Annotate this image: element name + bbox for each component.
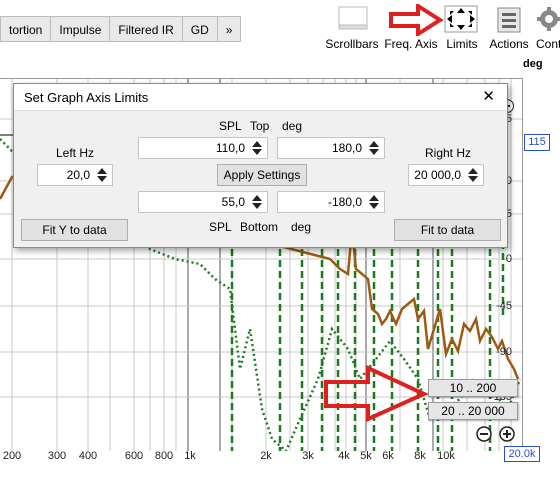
controls-button[interactable]: Cont <box>532 0 560 54</box>
x-tick: 600 <box>124 450 144 462</box>
x-tick: 800 <box>154 450 174 462</box>
scrollbars-label: Scrollbars <box>325 37 379 51</box>
spin-arrows-icon[interactable] <box>95 166 109 184</box>
right-hz-field[interactable]: 20 000,0 <box>408 164 484 186</box>
spin-arrows-icon[interactable] <box>367 139 381 157</box>
x-tick: 10k <box>437 450 455 462</box>
x-tick: 400 <box>78 450 98 462</box>
annotation-arrow-top <box>389 4 444 36</box>
limits-label: Limits <box>446 37 478 51</box>
zoom-in-button[interactable] <box>499 425 516 443</box>
tab-gd[interactable]: GD <box>182 16 218 42</box>
view-tabs: tortion Impulse Filtered IR GD » <box>0 16 242 43</box>
bottom-spl-label: SPL <box>209 220 232 234</box>
tabs-overflow-button[interactable]: » <box>217 16 242 42</box>
x-tick: 3k <box>302 450 314 462</box>
annotation-arrow-bottom <box>324 364 429 422</box>
range-10-200-button[interactable]: 10 .. 200 <box>428 379 518 397</box>
actions-label: Actions <box>489 37 529 51</box>
spl-top-field[interactable]: 110,0 <box>138 137 268 159</box>
deg-bottom-value: -180,0 <box>327 195 362 209</box>
spl-bottom-value: 55,0 <box>221 195 245 209</box>
left-hz-label: Left Hz <box>56 146 95 160</box>
actions-button[interactable]: Actions <box>486 0 532 54</box>
tab-filtered-ir[interactable]: Filtered IR <box>110 16 183 42</box>
x-tick: 200 <box>2 450 22 462</box>
right-hz-value: 20 000,0 <box>414 168 461 182</box>
spin-arrows-icon[interactable] <box>466 166 480 184</box>
x-tick: 300 <box>47 450 67 462</box>
gear-icon <box>537 7 560 31</box>
x-tick: 5k <box>360 450 372 462</box>
scrollbars-icon <box>338 6 368 30</box>
y-tick: 0 <box>505 253 512 265</box>
top-deg-label: deg <box>282 119 303 133</box>
actions-icon <box>497 7 521 33</box>
top-spl-label: SPL <box>219 119 242 133</box>
right-hz-label: Right Hz <box>425 146 472 160</box>
spl-bottom-field[interactable]: 55,0 <box>138 191 268 213</box>
spin-arrows-icon[interactable] <box>250 139 264 157</box>
spin-arrows-icon[interactable] <box>250 193 264 211</box>
apply-settings-button[interactable]: Apply Settings <box>217 164 307 186</box>
deg-top-field[interactable]: 180,0 <box>277 137 385 159</box>
range-20-20000-button[interactable]: 20 .. 20 000 <box>428 402 518 420</box>
top-position-label: Top <box>250 119 270 133</box>
limits-button[interactable]: Limits <box>440 0 484 54</box>
spl-top-value: 110,0 <box>215 141 245 155</box>
bottom-deg-label: deg <box>291 220 312 234</box>
y-marker-115: 115 <box>524 134 550 151</box>
x-axis: 200 300 400 600 800 1k 2k 3k 4k 5k 6k 8k… <box>0 450 560 496</box>
deg-top-value: 180,0 <box>331 141 362 155</box>
tab-distortion[interactable]: tortion <box>0 16 52 42</box>
controls-label: Cont <box>536 37 560 51</box>
freq-axis-label: Freq. Axis <box>384 37 438 51</box>
fit-to-data-button[interactable]: Fit to data <box>394 219 501 241</box>
spin-arrows-icon[interactable] <box>367 193 381 211</box>
y-tick: -45 <box>496 300 512 312</box>
axis-limits-dialog: Set Graph Axis Limits ✕ SPL Top deg Left… <box>13 83 508 248</box>
tab-impulse[interactable]: Impulse <box>51 16 111 42</box>
deg-bottom-field[interactable]: -180,0 <box>277 191 385 213</box>
left-hz-field[interactable]: 20,0 <box>37 164 113 186</box>
x-tick: 1k <box>184 450 196 462</box>
dialog-titlebar: Set Graph Axis Limits ✕ <box>14 84 507 111</box>
y-tick: -90 <box>496 346 512 358</box>
zoom-out-button[interactable] <box>476 425 493 443</box>
bottom-position-label: Bottom <box>240 220 279 234</box>
dialog-title: Set Graph Axis Limits <box>24 90 149 105</box>
x-tick: 2k <box>260 450 272 462</box>
x-tick: 8k <box>414 450 426 462</box>
right-axis-unit: deg <box>523 58 543 70</box>
x-tick: 4k <box>338 450 350 462</box>
scrollbars-button[interactable]: Scrollbars <box>322 0 382 54</box>
close-icon[interactable]: ✕ <box>482 87 495 105</box>
left-hz-value: 20,0 <box>66 168 90 182</box>
fit-y-to-data-button[interactable]: Fit Y to data <box>21 219 128 241</box>
limits-arrows-icon <box>444 5 478 33</box>
x-tick: 6k <box>382 450 394 462</box>
